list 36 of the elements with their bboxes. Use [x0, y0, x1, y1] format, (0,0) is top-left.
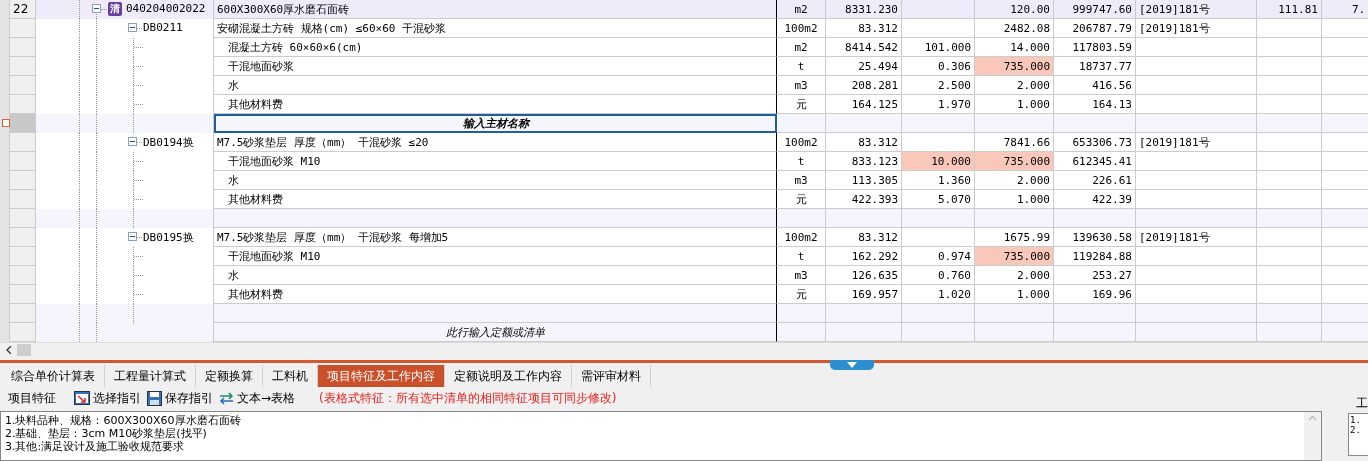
section-title: 项目特征	[8, 389, 56, 407]
table-cell: 735.000	[975, 152, 1054, 171]
toolbar-button[interactable]: 保存指引	[147, 389, 213, 407]
quota-code: DB0194换	[143, 135, 194, 150]
collapse-handle[interactable]	[830, 360, 874, 370]
save-icon	[147, 390, 162, 406]
toolbar-button[interactable]: 选择指引	[74, 389, 141, 407]
features-text-area[interactable]: 1.块料品种、规格：600X300X60厚水磨石面砖 2.基础、垫层：3cm M10砂浆垫层(找平) 3.其他:满足设计及施工验收规范要求	[0, 411, 1304, 461]
tab[interactable]: 项目特征及工作内容	[318, 365, 445, 387]
feature-line: 3.其他:满足设计及施工验收规范要求	[5, 440, 186, 453]
feature-line: 1.块料品种、规格：600X300X60厚水磨石面砖	[5, 414, 242, 427]
table-cell: 10.000	[902, 152, 975, 171]
hint-text: (表格式特征：所有选中清单的相同特征项目可同步修改)	[319, 389, 617, 407]
vertical-scrollbar[interactable]	[1304, 411, 1322, 461]
collapse-toggle[interactable]	[128, 232, 137, 241]
table-cell: 735.000	[975, 57, 1054, 76]
toolbar-button[interactable]: 文本→表格	[219, 389, 296, 407]
swap-arrows-icon	[219, 391, 234, 405]
collapse-toggle[interactable]	[92, 4, 101, 13]
row-number: 22	[10, 0, 36, 19]
collapse-toggle[interactable]	[128, 137, 137, 146]
scroll-left-icon[interactable]	[5, 346, 13, 354]
quota-code: DB0211	[143, 21, 183, 34]
select-guide-icon	[74, 391, 90, 405]
material-name-input[interactable]: 输入主材名称	[214, 114, 777, 133]
table-cell: 735.000	[975, 247, 1054, 266]
panel-title: 工	[1356, 395, 1368, 412]
quota-code: DB0195换	[143, 230, 194, 245]
scrollbar-thumb[interactable]	[17, 344, 31, 356]
item-code: 040204002022	[126, 2, 206, 15]
row-indicator-strip	[0, 0, 10, 19]
table-cell: 其他材料费	[214, 95, 777, 114]
collapse-toggle[interactable]	[128, 23, 137, 32]
feature-line: 2.基础、垫层：3cm M10砂浆垫层(找平)	[5, 427, 208, 440]
work-content-box[interactable]: 1. 2.	[1348, 413, 1368, 456]
list-badge: 清	[108, 2, 122, 16]
